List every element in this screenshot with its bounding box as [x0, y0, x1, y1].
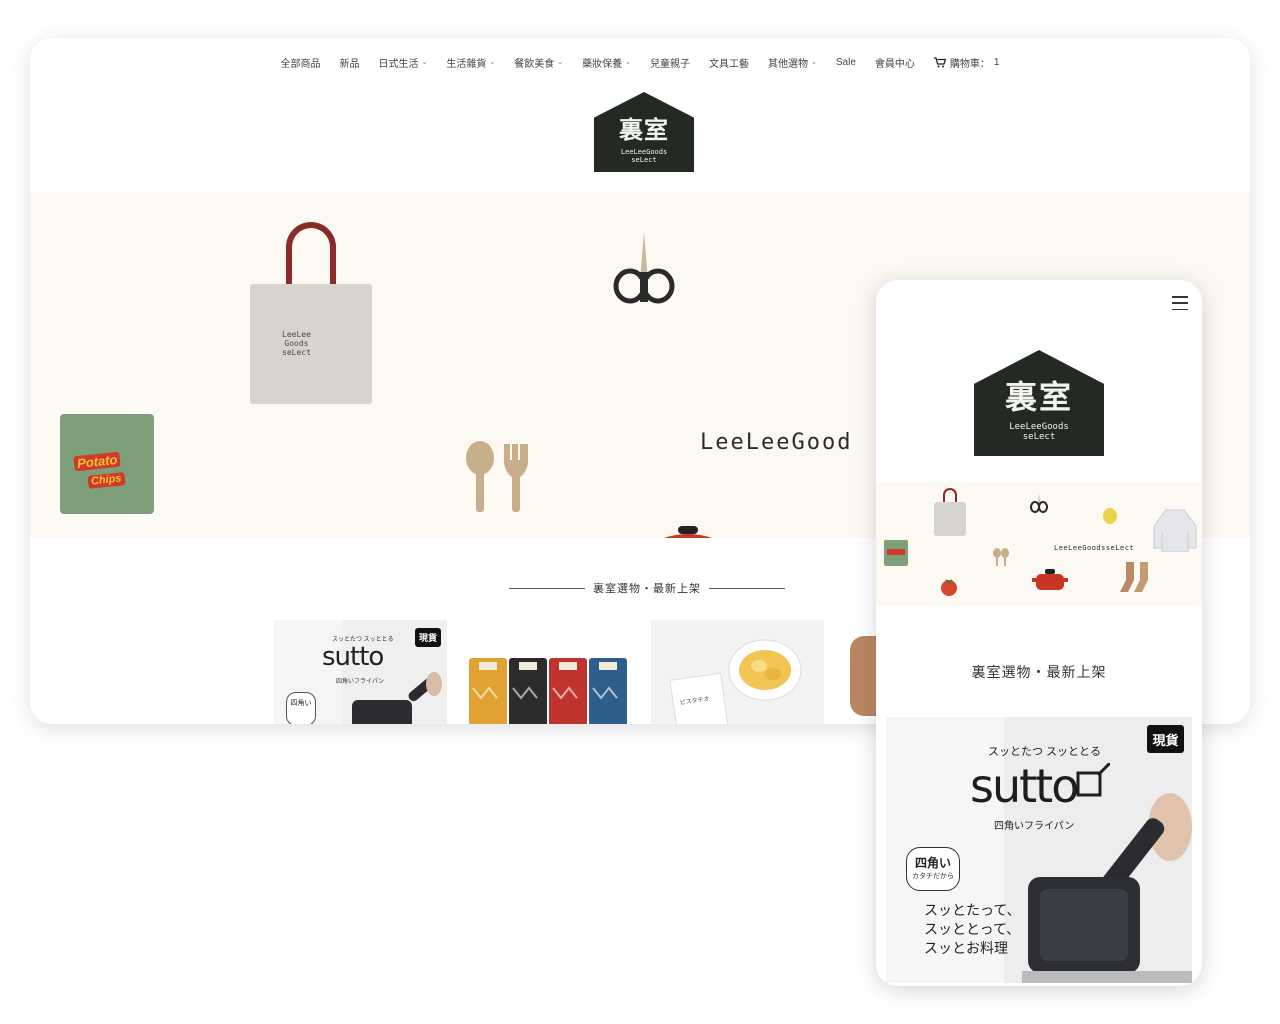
section-title: 裏室選物・最新上架	[509, 580, 785, 596]
cart-link[interactable]: 購物車： 1	[933, 55, 1000, 70]
scissors-illustration	[1030, 492, 1048, 513]
hero-title: LeeLeeGood	[700, 430, 853, 455]
logo-corner-mark	[594, 92, 606, 108]
chevron-down-icon: ⌄	[625, 58, 632, 66]
chevron-down-icon: ⌄	[811, 58, 817, 66]
divider-line	[509, 587, 585, 589]
product-brand: sutto	[322, 642, 384, 672]
product-card[interactable]: ピスタチオ	[651, 620, 824, 724]
logo-house-shape: 裏室 LeeLeeGoods seLect	[974, 350, 1104, 456]
product-brand-small: スッとたつ スッととる	[988, 746, 1102, 758]
nav-item-all-products[interactable]: 全部商品	[281, 55, 321, 70]
product-card[interactable]	[456, 620, 629, 724]
cart-count: 1	[993, 57, 1000, 68]
snack-bag-image: ピスタチオ	[669, 672, 729, 724]
snack-bowl-image	[728, 639, 802, 701]
frying-pan-image	[1022, 793, 1192, 983]
hamburger-menu-icon[interactable]	[1172, 296, 1188, 310]
nav-item-new[interactable]: 新品	[340, 55, 360, 70]
potato-chips-illustration	[884, 540, 908, 566]
site-logo[interactable]: 裏室 LeeLeeGoods seLect	[974, 350, 1104, 456]
spoon-fork-illustration	[993, 548, 1009, 566]
stock-badge: 現貨	[1147, 725, 1184, 753]
stock-badge: 現貨	[415, 628, 441, 647]
mobile-window: 裏室 LeeLeeGoods seLect LeeLeeGoodsseLect	[876, 280, 1202, 986]
scissors-illustration	[613, 232, 675, 304]
product-card[interactable]	[846, 620, 876, 724]
mobile-hero-banner[interactable]: LeeLeeGoodsseLect	[876, 482, 1202, 606]
nav-item-other[interactable]: 其他選物 ⌄	[768, 55, 817, 71]
nav-item-japanese-life[interactable]: 日式生活 ⌄	[379, 55, 428, 71]
nav-item-lifestyle-goods[interactable]: 生活雜貨 ⌄	[446, 55, 496, 71]
pot-illustration	[664, 526, 712, 538]
jacket-illustration	[1153, 509, 1197, 552]
nav-item-beauty[interactable]: 藥妝保養 ⌄	[582, 55, 632, 71]
nav-item-food[interactable]: 餐飲美食 ⌄	[514, 55, 564, 71]
socks-illustration	[1120, 562, 1148, 592]
tomato-illustration	[941, 579, 957, 596]
spoon-fork-illustration	[466, 441, 528, 512]
nav-item-member[interactable]: 會員中心	[875, 55, 915, 70]
speech-bubble: 四角い	[286, 692, 316, 724]
product-card[interactable]: スッとたつ スッととる sutto 四角いフライパン 四角い 現貨	[274, 620, 447, 724]
mobile-hero-title: LeeLeeGoodsseLect	[1054, 544, 1135, 552]
chevron-down-icon: ⌄	[557, 58, 564, 66]
product-tagline: スッとたって、 スッととって、 スッとお料理	[924, 902, 1021, 956]
site-logo[interactable]: 裏室 LeeLeeGoods seLect	[594, 92, 694, 172]
nav-item-stationery[interactable]: 文具工藝	[709, 55, 749, 70]
divider-line	[709, 587, 785, 589]
cart-icon	[933, 57, 946, 68]
logo-corner-mark	[974, 350, 990, 370]
speech-bubble: 四角い カタチだから	[906, 847, 960, 891]
mobile-section-title: 裏室選物・最新上架	[971, 664, 1107, 680]
chevron-down-icon: ⌄	[421, 58, 428, 66]
frying-pan-image	[352, 672, 442, 724]
lemon-illustration	[1103, 508, 1117, 524]
pot-illustration	[1032, 569, 1068, 590]
logo-house-shape: 裏室 LeeLeeGoods seLect	[594, 92, 694, 172]
product-card[interactable]: スッとたつ スッととる sutto 四角いフライパン 四角い カタチだから スッ…	[886, 717, 1192, 983]
main-nav: 全部商品 新品 日式生活 ⌄ 生活雜貨 ⌄ 餐飲美食 ⌄ 藥妝保養 ⌄ 兒童親子 文具工…	[30, 55, 1250, 70]
chevron-down-icon: ⌄	[489, 58, 496, 66]
socks-image	[469, 658, 627, 724]
nav-item-kids[interactable]: 兒童親子	[650, 55, 690, 70]
nav-item-sale[interactable]: Sale	[836, 57, 856, 68]
